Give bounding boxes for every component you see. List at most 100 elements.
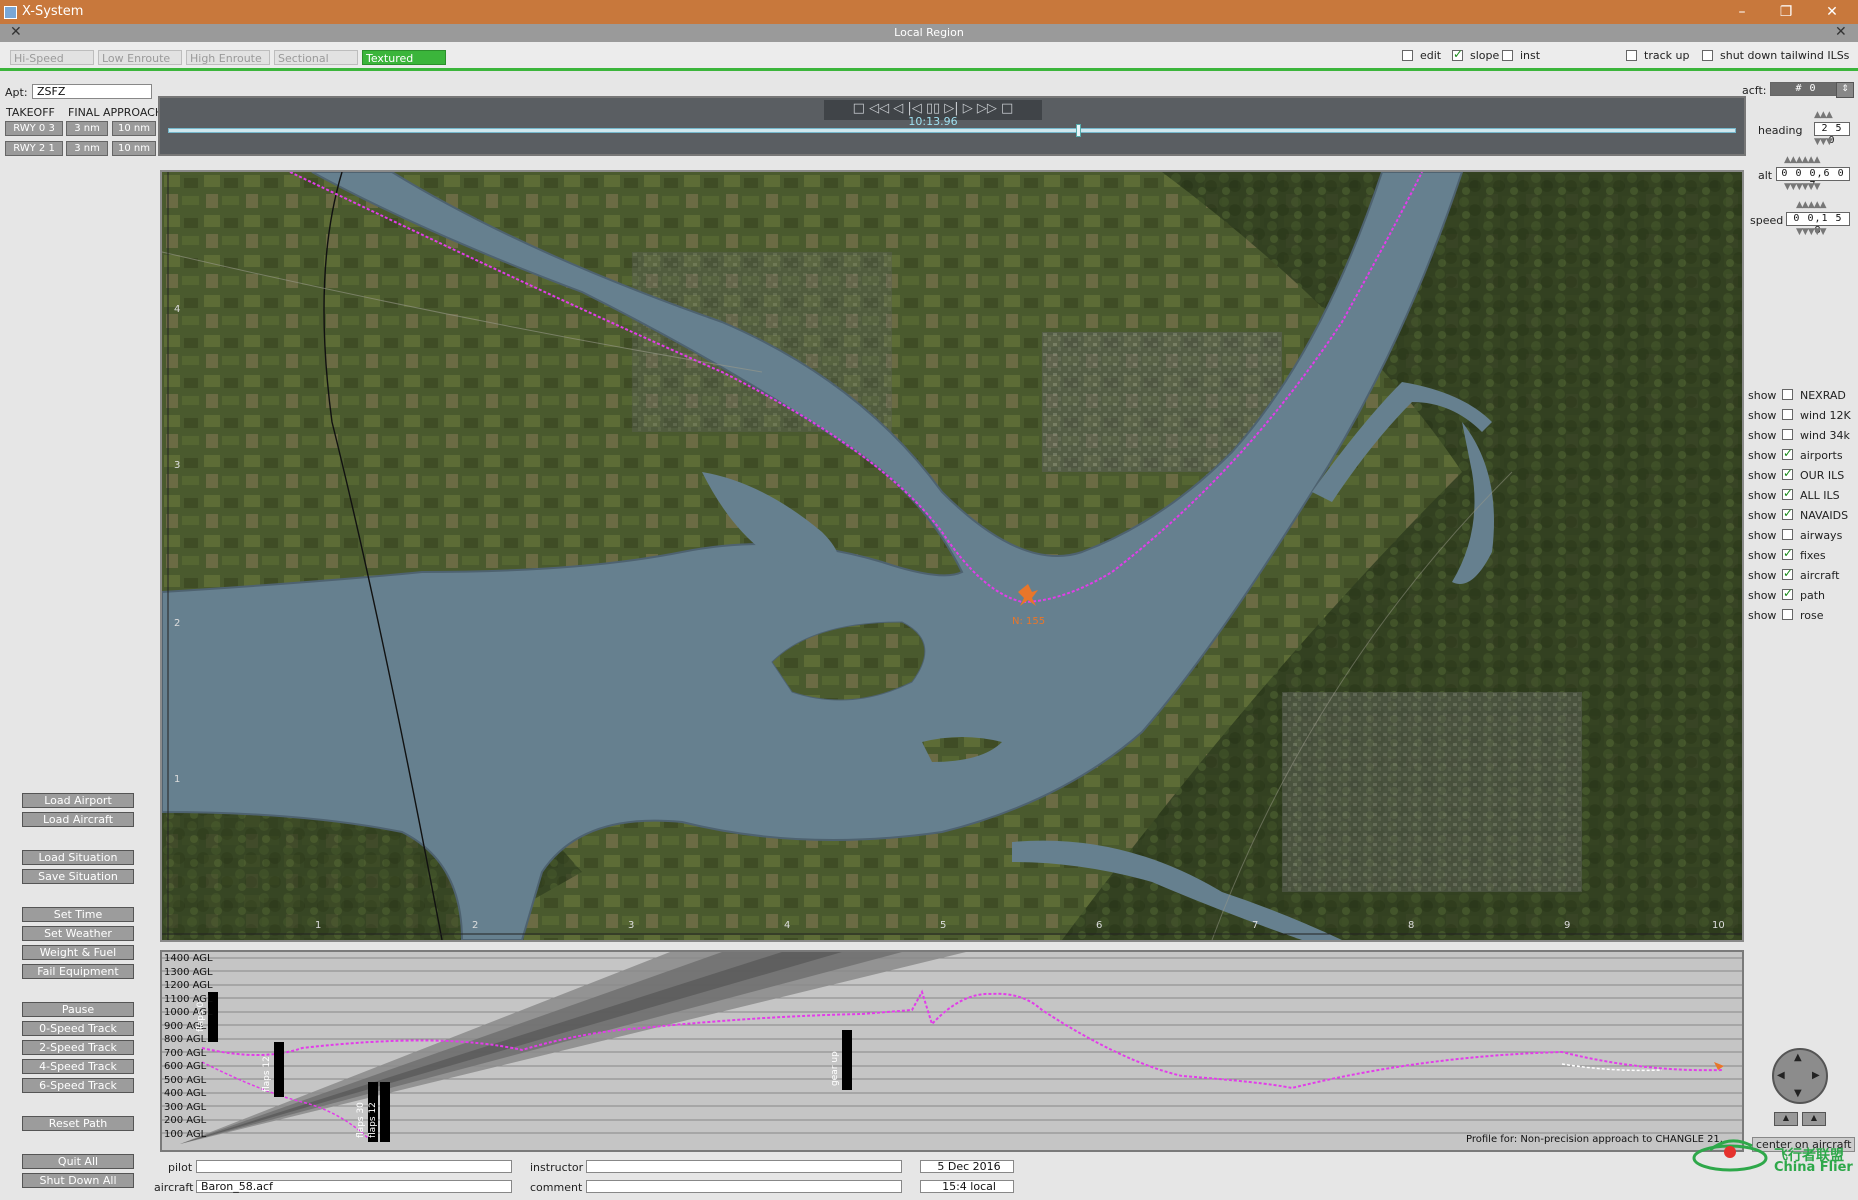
fixes-checkbox[interactable] bbox=[1782, 546, 1793, 560]
tab-textured[interactable]: Textured bbox=[362, 50, 446, 65]
profile-caption: Profile for: Non-precision approach to C… bbox=[1466, 1134, 1723, 1145]
set-weather-button[interactable]: Set Weather bbox=[22, 926, 134, 941]
heading-label: heading bbox=[1758, 124, 1803, 137]
speed-track-0-button[interactable]: 0-Speed Track bbox=[22, 1021, 134, 1036]
vertical-profile: 1400 AGL 1300 AGL 1200 AGL 1100 AGL 1000… bbox=[160, 950, 1744, 1152]
pan-left-icon[interactable]: ◀ bbox=[1777, 1070, 1785, 1081]
agl-label: 400 AGL bbox=[164, 1088, 207, 1099]
replay-clock: 10:13.96 bbox=[908, 115, 958, 128]
track-up-checkbox[interactable] bbox=[1626, 50, 1637, 61]
runway-21-10nm-button[interactable]: 10 nm bbox=[112, 141, 156, 156]
acft-select[interactable]: # 0 bbox=[1770, 82, 1842, 96]
quit-all-button[interactable]: Quit All bbox=[22, 1154, 134, 1169]
map-x-tick: 6 bbox=[1096, 920, 1102, 931]
runway-03-3nm-button[interactable]: 3 nm bbox=[66, 121, 108, 136]
slope-checkbox[interactable] bbox=[1452, 47, 1463, 61]
restore-icon[interactable]: ❐ bbox=[1772, 2, 1800, 22]
close-icon[interactable]: ✕ bbox=[1818, 2, 1846, 22]
set-time-button[interactable]: Set Time bbox=[22, 907, 134, 922]
pan-control-icon[interactable]: ▲ ▼ ◀ ▶ bbox=[1772, 1048, 1828, 1104]
show-label: show bbox=[1748, 389, 1777, 402]
scrubber-handle[interactable] bbox=[1076, 124, 1081, 137]
speed-field[interactable]: 0 0,1 5 8 bbox=[1786, 212, 1850, 236]
shut-down-tailwind-checkbox[interactable] bbox=[1702, 50, 1713, 61]
rose-checkbox[interactable] bbox=[1782, 609, 1793, 620]
show-label: show bbox=[1748, 509, 1777, 522]
nexrad-label: NEXRAD bbox=[1800, 389, 1846, 402]
speed-track-6-button[interactable]: 6-Speed Track bbox=[22, 1078, 134, 1093]
runway-21-3nm-button[interactable]: 3 nm bbox=[66, 141, 108, 156]
zoom-in-icon[interactable]: ▲ bbox=[1802, 1112, 1826, 1126]
fail-equipment-button[interactable]: Fail Equipment bbox=[22, 964, 134, 979]
zoom-out-icon[interactable]: ▲ bbox=[1774, 1112, 1798, 1126]
weight-fuel-button[interactable]: Weight & Fuel bbox=[22, 945, 134, 960]
wind-34k-checkbox[interactable] bbox=[1782, 429, 1793, 440]
path-checkbox[interactable] bbox=[1782, 586, 1793, 600]
window-title: X-System bbox=[22, 4, 84, 19]
inst-checkbox[interactable] bbox=[1502, 50, 1513, 61]
navaids-checkbox[interactable] bbox=[1782, 506, 1793, 520]
comment-input[interactable] bbox=[586, 1180, 902, 1193]
comment-label: comment bbox=[530, 1181, 583, 1194]
tab-sectional[interactable]: Sectional bbox=[274, 50, 358, 65]
time-field[interactable]: 15:4 local bbox=[920, 1180, 1014, 1193]
speed-track-4-button[interactable]: 4-Speed Track bbox=[22, 1059, 134, 1074]
heading-up-arrows-icon[interactable]: ▲▲▲ bbox=[1814, 110, 1833, 120]
timeline-scrubber[interactable] bbox=[168, 124, 1736, 137]
inst-label: inst bbox=[1520, 49, 1541, 62]
pause-button[interactable]: Pause bbox=[22, 1002, 134, 1017]
pilot-input[interactable] bbox=[196, 1160, 512, 1173]
tab-high-enroute[interactable]: High Enroute bbox=[186, 50, 270, 65]
runway-21-button[interactable]: RWY 2 1 bbox=[5, 141, 63, 156]
event-label-flaps-30: flaps 30 bbox=[356, 1102, 366, 1138]
load-aircraft-button[interactable]: Load Aircraft bbox=[22, 812, 134, 827]
heading-down-arrows-icon[interactable]: ▼▼▼ bbox=[1814, 137, 1833, 147]
alt-down-arrows-icon[interactable]: ▼▼▼▼▼▼ bbox=[1784, 182, 1821, 192]
agl-label: 800 AGL bbox=[164, 1034, 207, 1045]
save-situation-button[interactable]: Save Situation bbox=[22, 869, 134, 884]
map-canvas[interactable]: N: 155 4 3 2 1 1 2 3 4 5 6 7 8 9 10 bbox=[162, 172, 1742, 940]
speed-track-2-button[interactable]: 2-Speed Track bbox=[22, 1040, 134, 1055]
apt-input[interactable]: ZSFZ bbox=[32, 84, 152, 99]
wind-12k-checkbox[interactable] bbox=[1782, 409, 1793, 420]
heading-field[interactable]: 2 5 0 bbox=[1814, 122, 1850, 146]
tab-low-enroute[interactable]: Low Enroute bbox=[98, 50, 182, 65]
shut-down-tailwind-label: shut down tailwind ILSs bbox=[1720, 49, 1850, 62]
close-region-right-icon[interactable]: ✕ bbox=[1835, 24, 1847, 40]
agl-label: 700 AGL bbox=[164, 1047, 207, 1059]
map-view[interactable]: N: 155 4 3 2 1 1 2 3 4 5 6 7 8 9 10 bbox=[160, 170, 1744, 942]
runway-03-button[interactable]: RWY 0 3 bbox=[5, 121, 63, 136]
playback-buttons-icon[interactable]: □ ◁◁ ◁ |◁ ▯▯ ▷| ▷ ▷▷ □ bbox=[824, 101, 1042, 116]
acft-dropdown-icon[interactable]: ⇕ bbox=[1836, 82, 1854, 98]
pan-down-icon[interactable]: ▼ bbox=[1794, 1088, 1802, 1099]
date-field[interactable]: 5 Dec 2016 bbox=[920, 1160, 1014, 1173]
aircraft-checkbox[interactable] bbox=[1782, 566, 1793, 580]
alt-field[interactable]: 0 0 0,6 0 7 bbox=[1776, 167, 1850, 191]
tab-hi-speed[interactable]: Hi-Speed bbox=[10, 50, 94, 65]
pan-right-icon[interactable]: ▶ bbox=[1812, 1070, 1820, 1081]
aircraft-label: aircraft bbox=[154, 1181, 194, 1194]
all-ils-label: ALL ILS bbox=[1800, 489, 1840, 502]
alt-up-arrows-icon[interactable]: ▲▲▲▲▲▲ bbox=[1784, 155, 1821, 165]
instructor-input[interactable] bbox=[586, 1160, 902, 1173]
all-ils-checkbox[interactable] bbox=[1782, 486, 1793, 500]
airports-label: airports bbox=[1800, 449, 1843, 462]
reset-path-button[interactable]: Reset Path bbox=[22, 1116, 134, 1131]
pan-up-icon[interactable]: ▲ bbox=[1794, 1052, 1802, 1063]
airways-checkbox[interactable] bbox=[1782, 529, 1793, 540]
our-ils-checkbox[interactable] bbox=[1782, 466, 1793, 480]
nexrad-checkbox[interactable] bbox=[1782, 389, 1793, 400]
shut-down-all-button[interactable]: Shut Down All bbox=[22, 1173, 134, 1188]
event-label-flaps-12b: flaps 12 bbox=[368, 1102, 378, 1138]
speed-up-arrows-icon[interactable]: ▲▲▲▲▲ bbox=[1796, 200, 1827, 210]
speed-down-arrows-icon[interactable]: ▼▼▼▼▼ bbox=[1796, 227, 1827, 237]
runway-03-10nm-button[interactable]: 10 nm bbox=[112, 121, 156, 136]
minimize-icon[interactable]: – bbox=[1728, 2, 1756, 22]
close-region-left-icon[interactable]: ✕ bbox=[10, 24, 22, 40]
airports-checkbox[interactable] bbox=[1782, 446, 1793, 460]
aircraft-input[interactable]: Baron_58.acf bbox=[196, 1180, 512, 1193]
load-airport-button[interactable]: Load Airport bbox=[22, 793, 134, 808]
edit-checkbox[interactable] bbox=[1402, 50, 1413, 61]
load-situation-button[interactable]: Load Situation bbox=[22, 850, 134, 865]
final-approach-header: FINAL APPROACH bbox=[68, 106, 164, 119]
